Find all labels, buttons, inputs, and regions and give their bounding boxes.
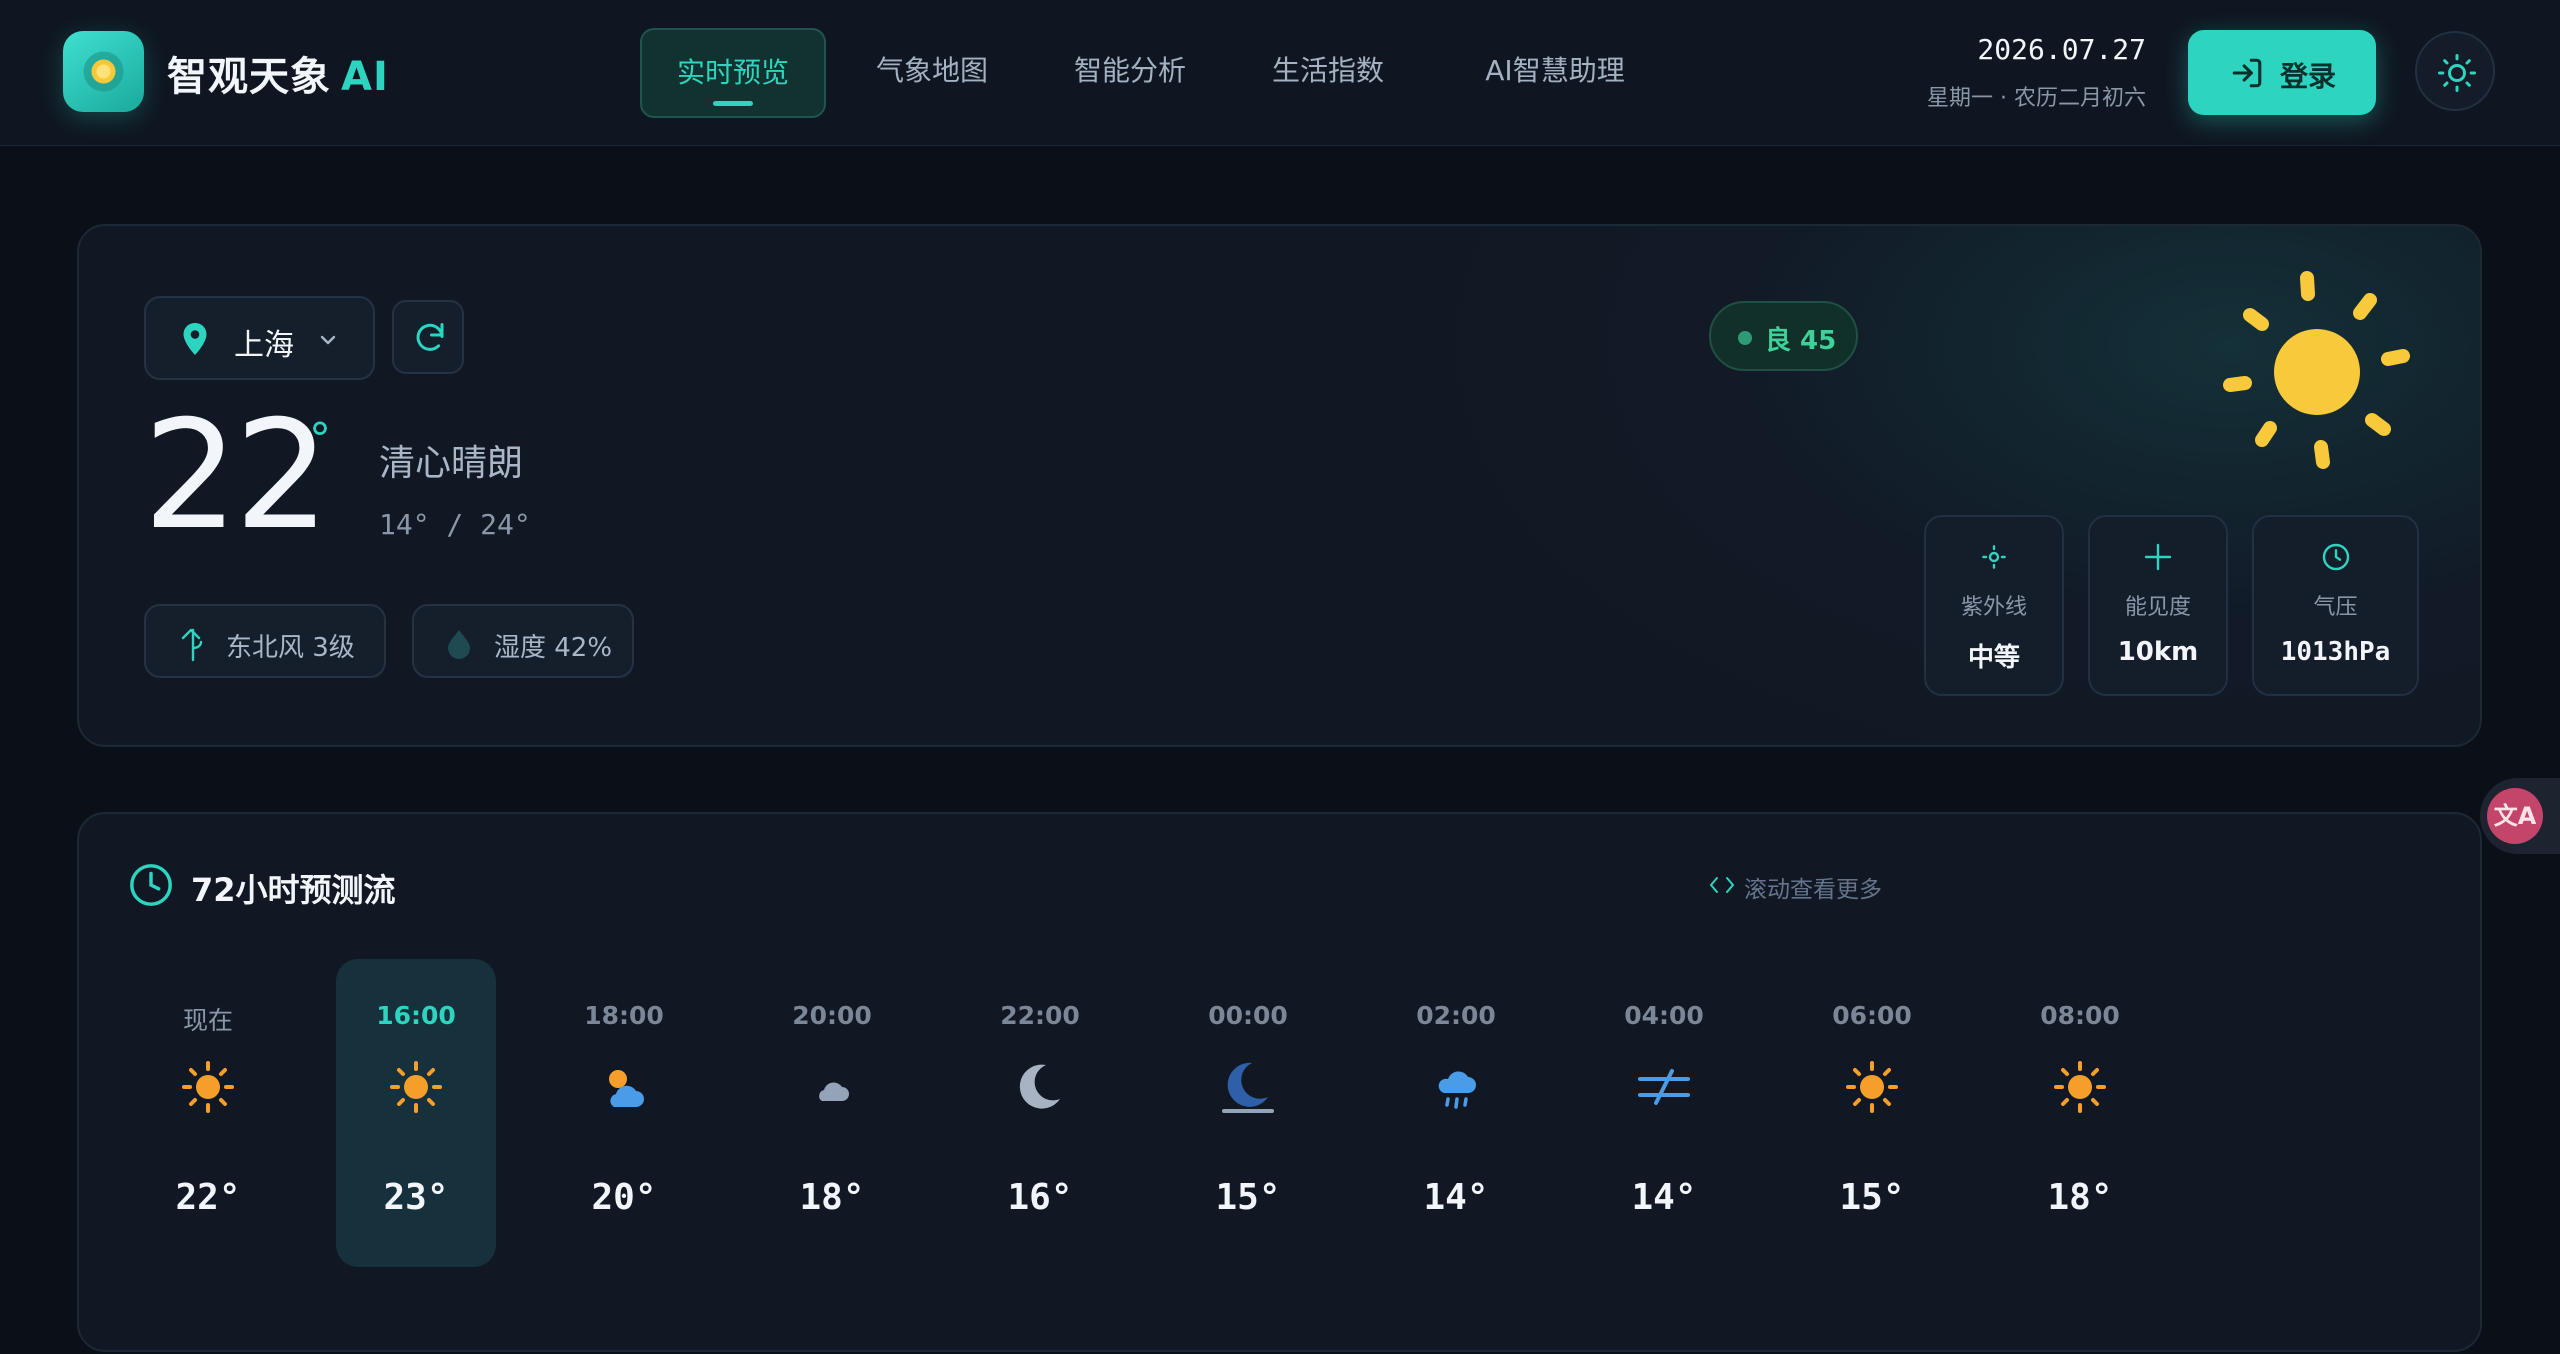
humidity-pill: 湿度 42% [412, 604, 634, 678]
wind-icon [1638, 1069, 1690, 1105]
nav-life-index[interactable]: 生活指数 [1262, 28, 1394, 118]
lunar-date: 星期一 · 农历二月初六 [1927, 86, 2146, 111]
forecast-hour[interactable]: 04:00 14° [1584, 959, 1744, 1267]
nav-weather-map[interactable]: 气象地图 [866, 28, 998, 118]
aqi-badge: 良 45 [1709, 301, 1858, 371]
refresh-button[interactable] [392, 300, 464, 374]
translate-icon: 文A [2487, 788, 2543, 844]
visibility-stat: 能见度 10km [2088, 515, 2228, 696]
pressure-label: 气压 [2313, 595, 2358, 620]
cloud-icon [819, 1082, 849, 1101]
login-button[interactable]: 登录 [2188, 30, 2376, 115]
city-name: 上海 [234, 328, 294, 363]
forecast-hour[interactable]: 18:00 20° [544, 959, 704, 1267]
partly-cloudy-icon [609, 1070, 644, 1107]
forecast-hour[interactable]: 20:00 18° [752, 959, 912, 1267]
visibility-label: 能见度 [2124, 595, 2191, 620]
sunny-large-icon [2223, 271, 2410, 469]
uv-value: 中等 [1967, 643, 2020, 673]
brand-title: 智观天象 AI [167, 54, 389, 100]
refresh-icon [416, 323, 444, 351]
forecast-title: 72小时预测流 [191, 871, 396, 909]
sunny-icon [1846, 1061, 1898, 1113]
location-pin-icon [183, 323, 207, 355]
weather-condition: 清心晴朗 [379, 443, 524, 484]
active-indicator [713, 101, 753, 106]
visibility-value: 10km [2117, 637, 2199, 667]
humidity-text: 湿度 42% [494, 633, 613, 663]
plus-icon [2144, 543, 2172, 571]
translate-widget[interactable]: 文A [2480, 778, 2560, 854]
sun-icon [2438, 54, 2476, 92]
forecast-hour[interactable]: 02:00 14° [1376, 959, 1536, 1267]
temperature-range: 14° / 24° [379, 508, 531, 541]
current-temperature: 22 [143, 389, 330, 563]
nav-ai-assistant[interactable]: AI智慧助理 [1460, 28, 1650, 118]
uv-index-stat: 紫外线 中等 [1924, 515, 2064, 696]
sun-small-icon [1982, 545, 2006, 569]
aqi-dot [1738, 331, 1752, 345]
forecast-hour-selected[interactable]: 16:00 23° [336, 959, 496, 1267]
login-icon [2232, 58, 2262, 88]
code-arrows-icon [1710, 877, 1734, 893]
degree-symbol: ° [309, 414, 331, 465]
droplet-icon [448, 630, 470, 659]
city-selector[interactable]: 上海 [144, 296, 375, 380]
pressure-value: 1013hPa [2280, 637, 2391, 667]
current-weather-card: 上海 22 ° 清心晴朗 14° / 24° 东北风 3级 湿度 42% 良 4… [77, 224, 2482, 747]
aqi-text: 良 45 [1765, 326, 1837, 356]
wind-pill: 东北风 3级 [144, 604, 386, 678]
gauge-icon [2322, 543, 2349, 571]
moon-horizon-icon [1222, 1062, 1274, 1113]
wind-text: 东北风 3级 [226, 633, 355, 663]
forecast-hour[interactable]: 06:00 15° [1792, 959, 1952, 1267]
top-header: 智观天象 AI 实时预览 气象地图 智能分析 生活指数 AI智慧助理 2026.0… [0, 0, 2560, 146]
forecast-hour[interactable]: 08:00 18° [2000, 959, 2160, 1267]
chevron-down-icon [320, 335, 336, 345]
forecast-hour[interactable]: 22:00 16° [960, 959, 1120, 1267]
uv-label: 紫外线 [1960, 595, 2027, 620]
nav-realtime[interactable]: 实时预览 [640, 28, 826, 118]
pressure-stat: 气压 1013hPa [2252, 515, 2419, 696]
current-date: 2026.07.27 [1977, 33, 2146, 66]
sunny-icon [390, 1061, 442, 1113]
clock-icon [130, 864, 172, 906]
theme-toggle-button[interactable] [2415, 31, 2495, 111]
rain-icon [1438, 1071, 1476, 1109]
moon-icon [1019, 1064, 1060, 1109]
nav-smart-analysis[interactable]: 智能分析 [1064, 28, 1196, 118]
wind-direction-icon [181, 628, 203, 662]
sunny-icon [2054, 1061, 2106, 1113]
logo-icon[interactable] [63, 31, 144, 112]
forecast-hour[interactable]: 现在 22° [128, 959, 288, 1267]
forecast-card: 72小时预测流 滚动查看更多 现在 22° 16:00 23° 18:00 20… [77, 812, 2482, 1352]
sunny-icon [182, 1061, 234, 1113]
forecast-hour[interactable]: 00:00 15° [1168, 959, 1328, 1267]
